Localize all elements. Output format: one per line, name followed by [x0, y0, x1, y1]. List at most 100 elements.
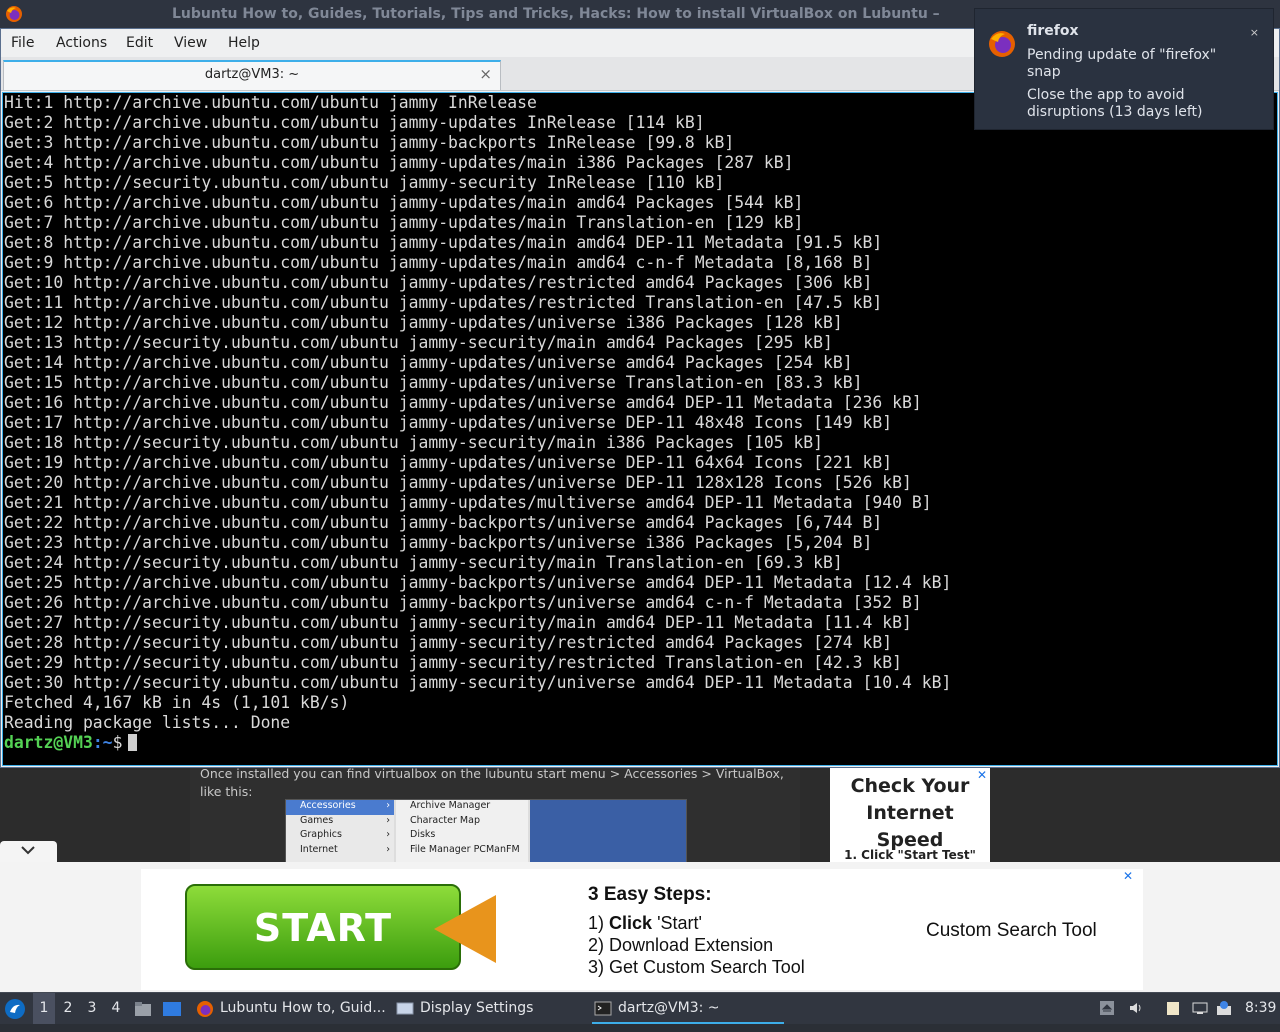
terminal-window[interactable]: File Actions Edit View Help dartz@VM3: ~… [0, 28, 1280, 768]
start-button-label: START [253, 906, 393, 950]
start-button[interactable]: START [185, 884, 461, 970]
workspace-2[interactable]: 2 [57, 993, 79, 1024]
terminal-line: Get:29 http://security.ubuntu.com/ubuntu… [4, 653, 902, 672]
desktop-icon [163, 1002, 181, 1016]
task-firefox[interactable]: Lubuntu How to, Guid... [194, 993, 389, 1024]
ad-close-icon[interactable]: ✕ [1123, 869, 1133, 883]
terminal-line: Get:4 http://archive.ubuntu.com/ubuntu j… [4, 153, 794, 172]
terminal-icon [594, 1001, 612, 1016]
banner-ad-content[interactable]: ✕ START 3 Easy Steps: 1) Click 'Start' 2… [141, 869, 1143, 990]
menu-app-item: File Manager PCManFM [410, 843, 520, 855]
firefox-icon [197, 1001, 213, 1017]
taskbar: 1 2 3 4 Lubuntu How to, Guid... Display … [0, 992, 1280, 1024]
text-cursor [128, 734, 138, 751]
terminal-line: Get:23 http://archive.ubuntu.com/ubuntu … [4, 533, 873, 552]
terminal-line: Get:12 http://archive.ubuntu.com/ubuntu … [4, 313, 843, 332]
banner-ad: ✕ START 3 Easy Steps: 1) Click 'Start' 2… [0, 862, 1280, 992]
chevron-down-icon [19, 843, 37, 861]
folder-icon [135, 1002, 151, 1016]
terminal-tab[interactable]: dartz@VM3: ~ × [3, 60, 501, 90]
file-manager-launcher[interactable] [134, 993, 154, 1024]
update-notifier-icon[interactable] [1216, 1000, 1232, 1016]
terminal-line: Hit:1 http://archive.ubuntu.com/ubuntu j… [4, 93, 537, 112]
notification-body: Pending update of "firefox" snap [1027, 47, 1217, 80]
firefox-icon [989, 31, 1015, 57]
menu-app-item: Disks [410, 829, 436, 840]
terminal-line: Get:9 http://archive.ubuntu.com/ubuntu j… [4, 253, 873, 272]
steps-list: 3 Easy Steps: 1) Click 'Start' 2) Downlo… [588, 884, 805, 978]
menu-view[interactable]: View [174, 35, 207, 51]
menu-category-item: Accessories › [286, 800, 394, 815]
webpage-background: Once installed you can find virtualbox o… [0, 766, 1280, 868]
terminal-line: Get:3 http://archive.ubuntu.com/ubuntu j… [4, 133, 735, 152]
terminal-line: Fetched 4,167 kB in 4s (1,101 kB/s) [4, 693, 350, 712]
task-display-settings[interactable]: Display Settings [394, 993, 584, 1024]
firefox-update-notification[interactable]: firefox Pending update of "firefox" snap… [974, 8, 1274, 130]
terminal-line: Get:28 http://security.ubuntu.com/ubuntu… [4, 633, 893, 652]
menu-actions[interactable]: Actions [56, 35, 107, 51]
terminal-line: Get:18 http://security.ubuntu.com/ubuntu… [4, 433, 824, 452]
menu-app-item: Archive Manager [410, 800, 491, 811]
speed-test-ad[interactable]: ✕ Check Your Internet Speed 1. Click "St… [830, 768, 990, 868]
prompt-symbol: $ [112, 733, 123, 752]
clipboard-icon[interactable] [1165, 1000, 1181, 1016]
show-desktop-button[interactable] [162, 993, 184, 1024]
start-menu-button[interactable] [4, 993, 28, 1024]
volume-icon[interactable] [1128, 1000, 1144, 1016]
firefox-window-title: Lubuntu How to, Guides, Tutorials, Tips … [172, 6, 940, 22]
terminal-line: Get:20 http://archive.ubuntu.com/ubuntu … [4, 473, 912, 492]
terminal-line: Get:30 http://security.ubuntu.com/ubuntu… [4, 673, 952, 692]
terminal-line: Get:7 http://archive.ubuntu.com/ubuntu j… [4, 213, 804, 232]
menu-edit[interactable]: Edit [126, 35, 153, 51]
close-icon[interactable]: × [1250, 26, 1259, 39]
step-item: 1) Click 'Start' [588, 913, 702, 933]
terminal-line: Get:25 http://archive.ubuntu.com/ubuntu … [4, 573, 952, 592]
workspace-1[interactable]: 1 [33, 993, 55, 1024]
tab-close-icon[interactable]: × [479, 65, 492, 83]
terminal-line: Get:16 http://archive.ubuntu.com/ubuntu … [4, 393, 922, 412]
notification-detail: Close the app to avoid disruptions (13 d… [1027, 87, 1203, 120]
prompt-path: :~ [92, 733, 113, 752]
terminal-line: Get:10 http://archive.ubuntu.com/ubuntu … [4, 273, 873, 292]
terminal-line: Get:8 http://archive.ubuntu.com/ubuntu j… [4, 233, 883, 252]
terminal-line: Get:6 http://archive.ubuntu.com/ubuntu j… [4, 193, 804, 212]
terminal-line: Get:22 http://archive.ubuntu.com/ubuntu … [4, 513, 883, 532]
eject-icon[interactable] [1099, 1000, 1115, 1016]
step-item: 3) Get Custom Search Tool [588, 957, 805, 977]
terminal-prompt[interactable]: dartz@VM3:~$ [4, 733, 951, 753]
article-column: Once installed you can find virtualbox o… [190, 766, 800, 868]
desktop-wallpaper-preview [530, 800, 686, 862]
task-terminal[interactable]: dartz@VM3: ~ [592, 993, 784, 1024]
workspace-3[interactable]: 3 [81, 993, 103, 1024]
clock[interactable]: 8:39 [1245, 993, 1277, 1024]
network-icon[interactable] [1192, 1000, 1208, 1016]
product-name: Custom Search Tool [926, 920, 1097, 941]
speed-ad-headline: Check Your Internet Speed [850, 775, 970, 851]
display-settings-icon [396, 1002, 414, 1015]
terminal-line: Get:14 http://archive.ubuntu.com/ubuntu … [4, 353, 853, 372]
menu-file[interactable]: File [11, 35, 34, 51]
terminal-line: Get:13 http://security.ubuntu.com/ubuntu… [4, 333, 833, 352]
menu-help[interactable]: Help [228, 35, 260, 51]
step-item: 2) Download Extension [588, 935, 774, 955]
task-label: dartz@VM3: ~ [618, 1000, 720, 1016]
menu-app-item: Character Map [410, 814, 480, 826]
terminal-line: Get:15 http://archive.ubuntu.com/ubuntu … [4, 373, 863, 392]
workspace-4[interactable]: 4 [105, 993, 127, 1024]
terminal-lines: Hit:1 http://archive.ubuntu.com/ubuntu j… [4, 93, 951, 753]
terminal-line: Get:17 http://archive.ubuntu.com/ubuntu … [4, 413, 893, 432]
terminal-line: Get:2 http://archive.ubuntu.com/ubuntu j… [4, 113, 705, 132]
prompt-user: dartz@VM3 [4, 733, 93, 752]
menu-category-item: Graphics › [300, 829, 390, 840]
terminal-line: Get:19 http://archive.ubuntu.com/ubuntu … [4, 453, 893, 472]
menu-categories: Accessories › Games › Graphics › Internet › [286, 800, 394, 862]
arrow-left-icon [434, 895, 496, 963]
task-label: Lubuntu How to, Guid... [220, 1000, 386, 1016]
terminal-output[interactable]: Hit:1 http://archive.ubuntu.com/ubuntu j… [2, 92, 1278, 766]
task-label: Display Settings [420, 1000, 534, 1016]
notification-title: firefox [1027, 23, 1079, 39]
start-menu-screenshot: Accessories › Games › Graphics › Internet › … [285, 799, 687, 863]
article-text: Once installed you can find virtualbox o… [200, 766, 784, 799]
tab-title: dartz@VM3: ~ [204, 67, 300, 82]
collapse-ad-button[interactable] [0, 841, 57, 863]
